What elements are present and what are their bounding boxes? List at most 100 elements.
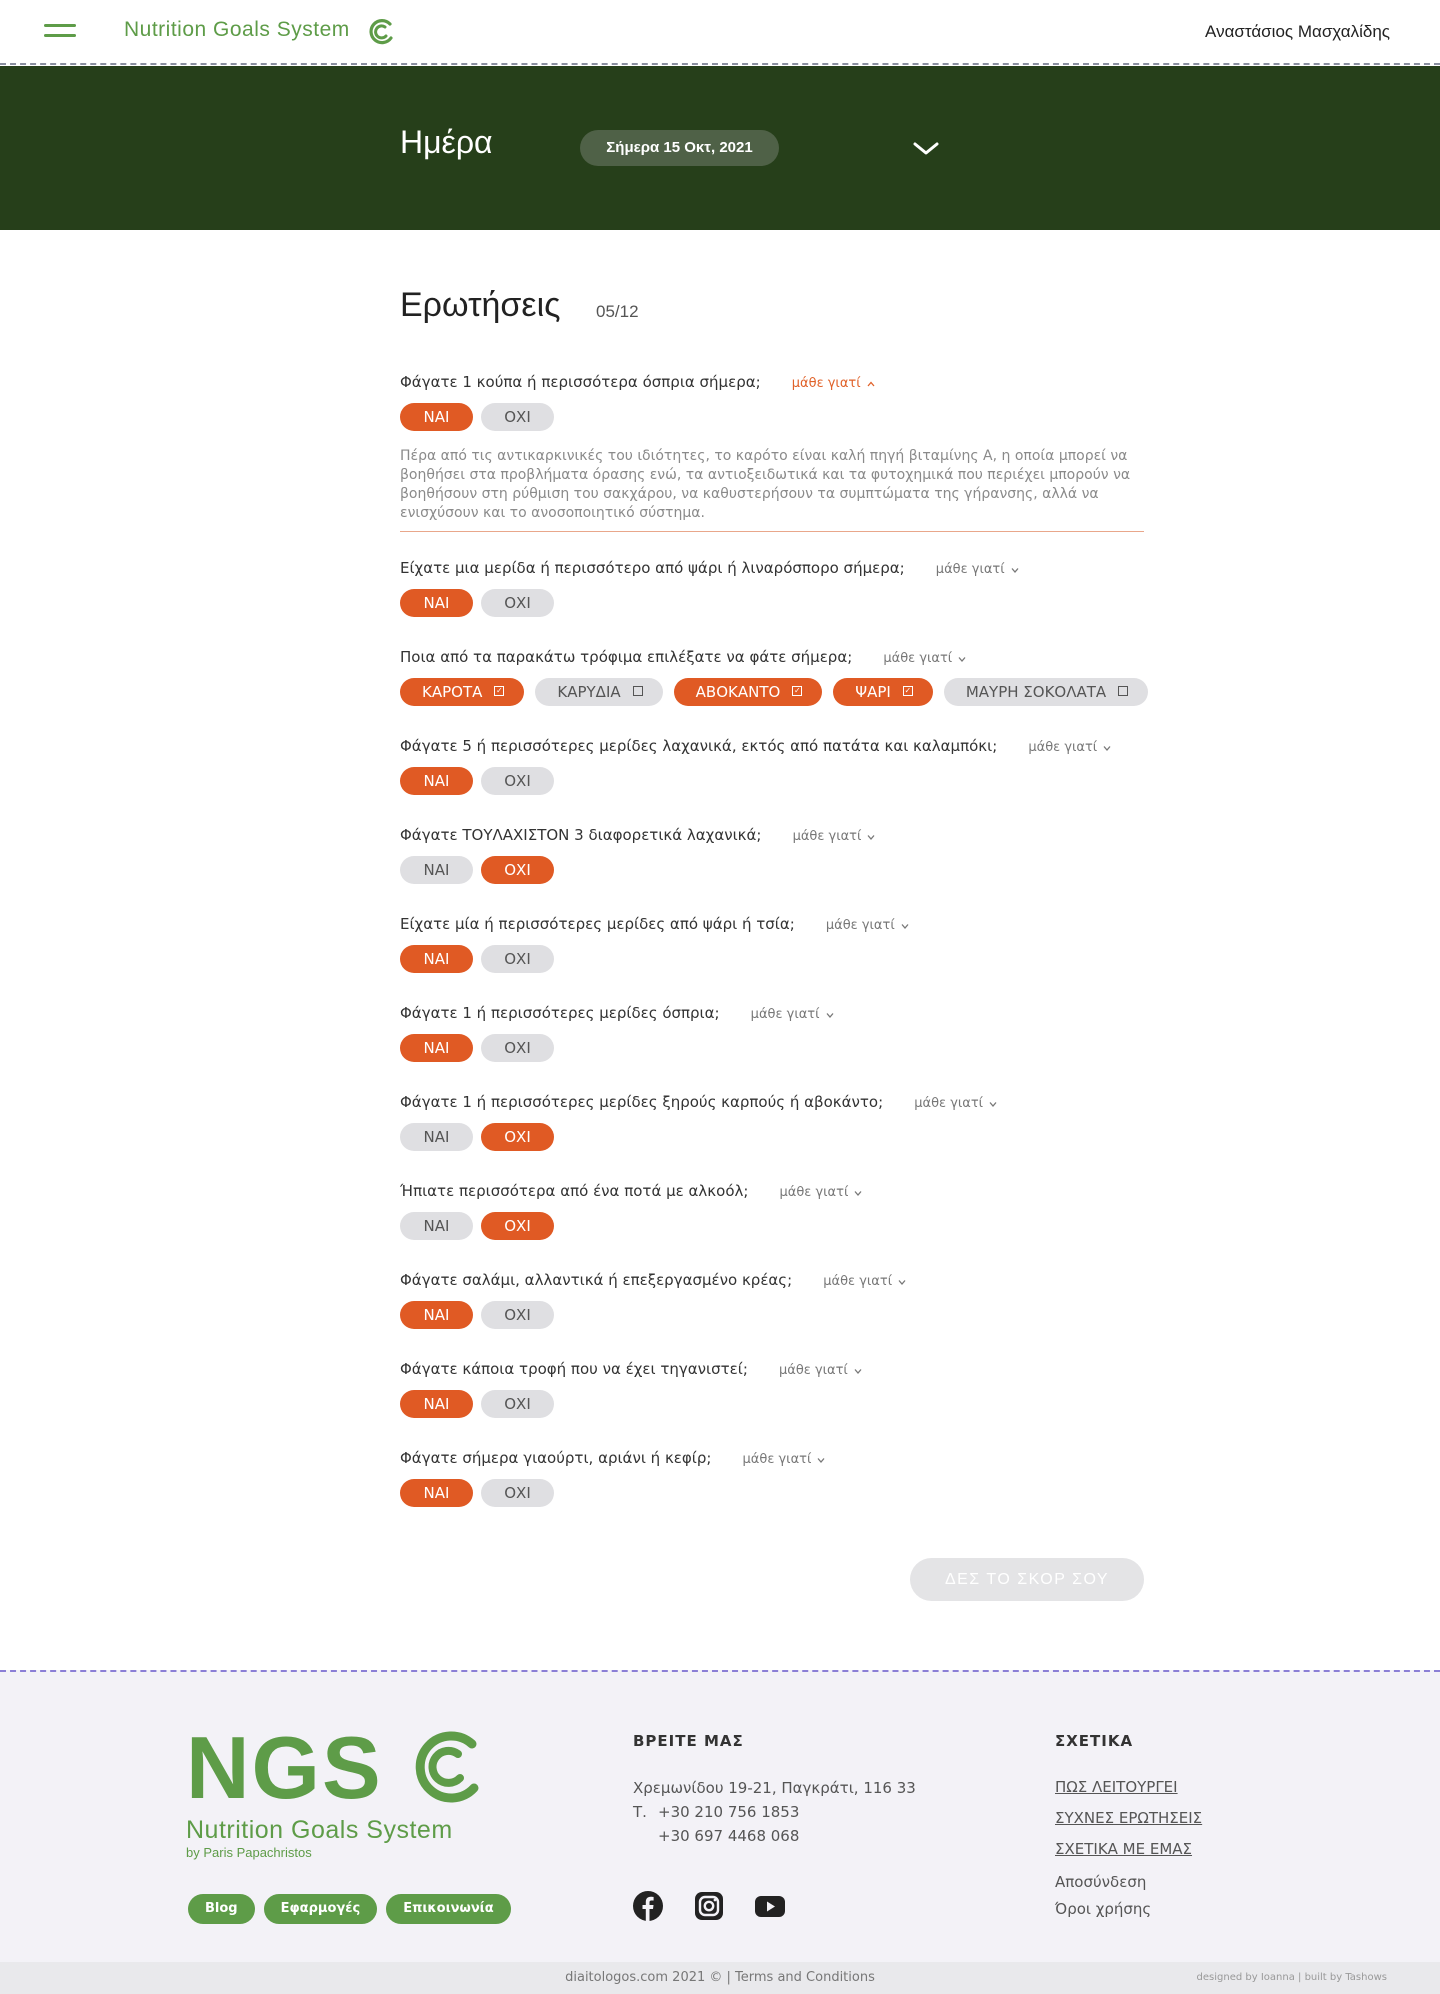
phone-2[interactable]: +30 697 4468 068 [658, 1827, 799, 1845]
how-it-works-link[interactable]: ΠΩΣ ΛΕΙΤΟΥΡΓΕΙ [1055, 1776, 1202, 1798]
brand-name[interactable]: Nutrition Goals System [124, 18, 350, 42]
food-option-fish[interactable]: ΨΑΡΙ ✓ [833, 678, 933, 706]
question-text: Είχατε μία ή περισσότερες μερίδες από ψά… [400, 915, 795, 933]
date-pill[interactable]: Σήμερα 15 Οκτ, 2021 [580, 130, 779, 166]
about-us-link[interactable]: ΣΧΕΤΙΚΑ ΜΕ ΕΜΑΣ [1055, 1838, 1202, 1860]
learn-why-toggle[interactable]: μάθε γιατί [1028, 740, 1111, 755]
question-item: Φάγατε 1 ή περισσότερες μερίδες όσπρια; … [400, 1003, 1144, 1062]
yes-option[interactable]: ΝΑΙ [400, 1390, 473, 1418]
question-item: Ήπιατε περισσότερα από ένα ποτά με αλκοό… [400, 1181, 1144, 1240]
question-text: Είχατε μια μερίδα ή περισσότερο από ψάρι… [400, 559, 905, 577]
yes-option[interactable]: ΝΑΙ [400, 1123, 473, 1151]
question-item: Είχατε μια μερίδα ή περισσότερο από ψάρι… [400, 558, 1144, 617]
food-option-dark-chocolate[interactable]: ΜΑΥΡΗ ΣΟΚΟΛΑΤΑ [943, 678, 1149, 706]
blog-button[interactable]: Blog [188, 1894, 255, 1924]
day-banner: Ημέρα Σήμερα 15 Οκτ, 2021 [0, 66, 1440, 230]
no-option[interactable]: ΟΧΙ [481, 1123, 554, 1151]
question-item: Φάγατε 1 ή περισσότερες μερίδες ξηρούς κ… [400, 1092, 1144, 1151]
question-item: Φάγατε σαλάμι, αλλαντικά ή επεξεργασμένο… [400, 1270, 1144, 1329]
yes-option[interactable]: ΝΑΙ [400, 767, 473, 795]
learn-why-toggle[interactable]: μάθε γιατί [883, 651, 966, 666]
learn-why-toggle[interactable]: μάθε γιατί [743, 1452, 826, 1467]
question-item: Είχατε μία ή περισσότερες μερίδες από ψά… [400, 914, 1144, 973]
logout-link[interactable]: Αποσύνδεση [1055, 1869, 1202, 1896]
question-item: Φάγατε 5 ή περισσότερες μερίδες λαχανικά… [400, 736, 1144, 795]
food-option-avocado[interactable]: ΑΒΟΚΑΝΤΟ ✓ [673, 678, 823, 706]
learn-why-label: μάθε γιατί [823, 1274, 893, 1289]
no-option[interactable]: ΟΧΙ [481, 1479, 554, 1507]
chevron-down-icon[interactable] [912, 138, 940, 158]
question-text: Φάγατε 1 κούπα ή περισσότερα όσπρια σήμε… [400, 373, 761, 391]
chevron-down-icon [867, 834, 875, 840]
no-option[interactable]: ΟΧΙ [481, 1301, 554, 1329]
learn-why-toggle[interactable]: μάθε γιατί [823, 1274, 906, 1289]
no-option[interactable]: ΟΧΙ [481, 945, 554, 973]
learn-why-toggle[interactable]: μάθε γιατί [792, 376, 875, 391]
see-score-button[interactable]: ΔΕΣ ΤΟ ΣΚΟΡ ΣΟΥ [910, 1558, 1144, 1601]
question-text: Φάγατε 5 ή περισσότερες μερίδες λαχανικά… [400, 737, 998, 755]
question-item: Φάγατε 1 κούπα ή περισσότερα όσπρια σήμε… [400, 372, 1144, 532]
about-title: ΣΧΕΤΙΚΑ [1055, 1732, 1134, 1750]
chevron-down-icon [826, 1012, 834, 1018]
facebook-icon[interactable] [632, 1890, 664, 1922]
learn-why-label: μάθε γιατί [914, 1096, 984, 1111]
no-option[interactable]: ΟΧΙ [481, 589, 554, 617]
contact-info: Χρεμωνίδου 19-21, Παγκράτι, 116 33 Τ. +30… [633, 1776, 916, 1848]
chevron-down-icon [854, 1368, 862, 1374]
question-item: Φάγατε σήμερα γιαούρτι, αριάνι ή κεφίρ; … [400, 1448, 1144, 1507]
ngs-logo[interactable]: NGS Nutrition Goals System by Paris Papa… [186, 1724, 479, 1860]
learn-why-toggle[interactable]: μάθε γιατί [793, 829, 876, 844]
faq-link[interactable]: ΣΥΧΝΕΣ ΕΡΩΤΗΣΕΙΣ [1055, 1807, 1202, 1829]
chevron-down-icon [901, 923, 909, 929]
yes-option[interactable]: ΝΑΙ [400, 1479, 473, 1507]
learn-why-label: μάθε γιατί [779, 1185, 849, 1200]
instagram-icon[interactable] [693, 1890, 725, 1922]
yes-option[interactable]: ΝΑΙ [400, 1301, 473, 1329]
apps-button[interactable]: Εφαρμογές [263, 1894, 378, 1924]
no-option[interactable]: ΟΧΙ [481, 1390, 554, 1418]
no-option[interactable]: ΟΧΙ [481, 403, 554, 431]
logo-byline: by Paris Papachristos [186, 1845, 312, 1860]
phone-label: Τ. [633, 1803, 647, 1821]
question-text: Φάγατε κάποια τροφή που να έχει τηγανιστ… [400, 1360, 748, 1378]
question-text: Φάγατε ΤΟΥΛΑΧΙΣΤΟΝ 3 διαφορετικά λαχανικ… [400, 826, 762, 844]
learn-why-toggle[interactable]: μάθε γιατί [826, 918, 909, 933]
contact-button[interactable]: Επικοινωνία [386, 1894, 511, 1924]
no-option[interactable]: ΟΧΙ [481, 1034, 554, 1062]
food-option-walnuts[interactable]: ΚΑΡΥΔΙΑ [535, 678, 663, 706]
phone-1[interactable]: +30 210 756 1853 [658, 1803, 799, 1821]
address: Χρεμωνίδου 19-21, Παγκράτι, 116 33 [633, 1779, 916, 1797]
question-text: Φάγατε 1 ή περισσότερες μερίδες όσπρια; [400, 1004, 720, 1022]
food-option-carrots[interactable]: ΚΑΡΟΤΑ ✓ [400, 678, 525, 706]
yes-option[interactable]: ΝΑΙ [400, 589, 473, 617]
no-option[interactable]: ΟΧΙ [481, 856, 554, 884]
top-navbar: Nutrition Goals System Αναστάσιος Μασχαλ… [0, 0, 1440, 65]
food-option-label: ΚΑΡΟΤΑ [422, 683, 483, 701]
no-option[interactable]: ΟΧΙ [481, 767, 554, 795]
yes-option[interactable]: ΝΑΙ [400, 945, 473, 973]
chevron-down-icon [854, 1190, 862, 1196]
terms-link[interactable]: Όροι χρήσης [1055, 1896, 1202, 1923]
yes-option[interactable]: ΝΑΙ [400, 856, 473, 884]
youtube-icon[interactable] [754, 1890, 786, 1922]
food-option-label: ΜΑΥΡΗ ΣΟΚΟΛΑΤΑ [965, 683, 1107, 701]
yes-option[interactable]: ΝΑΙ [400, 1212, 473, 1240]
question-item: Φάγατε κάποια τροφή που να έχει τηγανιστ… [400, 1359, 1144, 1418]
terms-and-conditions-link[interactable]: Terms and Conditions [735, 1970, 875, 1985]
no-option[interactable]: ΟΧΙ [481, 1212, 554, 1240]
hamburger-menu-icon[interactable] [44, 24, 76, 40]
learn-why-toggle[interactable]: μάθε γιατί [936, 562, 1019, 577]
learn-why-label: μάθε γιατί [791, 376, 861, 391]
learn-why-toggle[interactable]: μάθε γιατί [780, 1185, 863, 1200]
learn-why-toggle[interactable]: μάθε γιατί [914, 1096, 997, 1111]
learn-why-toggle[interactable]: μάθε γιατί [751, 1007, 834, 1022]
question-text: Ποια από τα παρακάτω τρόφιμα επιλέξατε ν… [400, 648, 853, 666]
question-text: Φάγατε σαλάμι, αλλαντικά ή επεξεργασμένο… [400, 1271, 793, 1289]
checked-box-icon: ✓ [494, 685, 505, 696]
yes-option[interactable]: ΝΑΙ [400, 403, 473, 431]
yes-option[interactable]: ΝΑΙ [400, 1034, 473, 1062]
question-text: Φάγατε 1 ή περισσότερες μερίδες ξηρούς κ… [400, 1093, 884, 1111]
learn-why-toggle[interactable]: μάθε γιατί [779, 1363, 862, 1378]
learn-why-label: μάθε γιατί [778, 1363, 848, 1378]
user-name[interactable]: Αναστάσιος Μασχαλίδης [1205, 22, 1390, 42]
